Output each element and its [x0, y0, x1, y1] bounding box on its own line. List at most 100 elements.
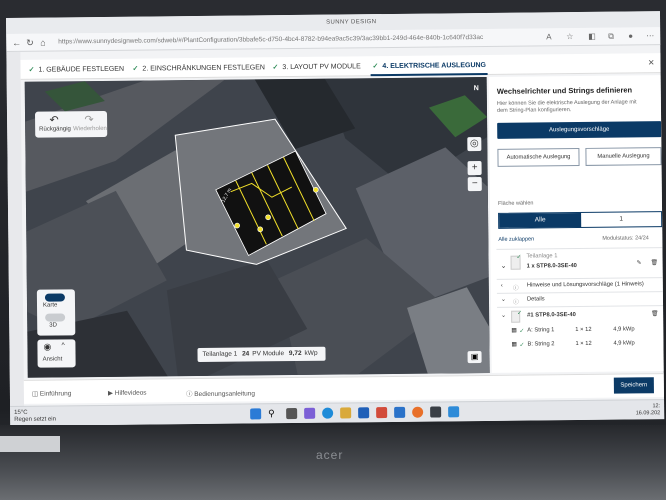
extension-icon[interactable]: ◧ [588, 32, 596, 41]
check-icon: ✓ [519, 328, 525, 335]
explorer-icon[interactable] [340, 407, 352, 419]
area-all-option[interactable]: Alle [499, 212, 582, 228]
area-select-label: Fläche wählen [497, 200, 534, 207]
search-icon[interactable]: ⚲ [268, 408, 279, 419]
step-building[interactable]: ✓ 1. GEBÄUDE FESTLEGEN [29, 65, 125, 74]
taskview-icon[interactable] [286, 407, 298, 420]
step-layout[interactable]: ✓ 3. LAYOUT PV MODULE [272, 62, 360, 71]
map-toggle-switch[interactable] [44, 293, 65, 302]
string-row[interactable]: ▦ ✓ B: String 2 1 × 12 4,9 kWp [497, 337, 663, 353]
power-value: 9,72 [288, 349, 302, 358]
satellite-map[interactable]: 12,7 m ↶ Rückgängig ↷ Wiederholen N ◎ + − … [24, 76, 490, 378]
inverter-summary: 1 x STP8.0-3SE-40 [526, 263, 577, 270]
undo-icon: ↶ [49, 114, 59, 127]
module-unit: PV Module [252, 350, 285, 358]
menu-icon[interactable]: ⋯ [646, 31, 654, 40]
inverter-name: #1 STP8.0-3SE-40 [527, 312, 576, 319]
design-proposals-button[interactable]: Auslegungsvorschläge [497, 121, 662, 139]
check-icon: ✓ [517, 310, 523, 317]
inverter-panel: Wechselrichter und Strings definieren Hi… [488, 75, 664, 373]
app-icon[interactable] [448, 406, 460, 418]
step-label: 1. GEBÄUDE FESTLEGEN [38, 65, 125, 74]
weather-text: Regen setzt ein [14, 416, 56, 423]
part-name: Teilanlage 1 [526, 253, 558, 260]
area-segmented-control: Alle 1 [498, 211, 663, 229]
string-name: A: String 1 [527, 327, 555, 334]
back-icon[interactable]: ← [12, 38, 21, 48]
inverter-row[interactable]: ⌄ ✓ #1 STP8.0-3SE-40 🗑 [497, 305, 664, 325]
3d-toggle-switch[interactable] [45, 313, 66, 322]
chevron-up-icon: ^ [61, 342, 65, 350]
office-icon[interactable] [376, 407, 388, 419]
layer-toggle-panel: Karte 3D [36, 289, 76, 336]
step-label: 2. EINSCHRÄNKUNGEN FESTLEGEN [142, 64, 265, 73]
background-page [6, 51, 25, 426]
locate-button[interactable]: ◎ [467, 137, 482, 152]
3d-toggle-label: 3D [49, 322, 57, 329]
weather-widget[interactable]: 15°C Regen setzt ein [14, 409, 56, 423]
intro-label: Einführung [39, 390, 72, 398]
zoom-in-button[interactable]: + [467, 161, 482, 176]
edge-icon[interactable] [322, 407, 334, 419]
redo-icon: ↷ [84, 114, 94, 127]
manual-link[interactable]: ⓘ Bedienungsanleitung [186, 387, 255, 398]
delete-icon[interactable]: 🗑 [651, 311, 658, 317]
power-unit: kWp [304, 349, 318, 357]
zoom-out-button[interactable]: − [467, 177, 482, 192]
string-power: 4,9 kWp [613, 340, 635, 347]
laptop-brand: acer [316, 448, 344, 462]
collections-icon[interactable]: ⧉ [608, 32, 614, 42]
close-icon[interactable]: ✕ [648, 58, 655, 67]
intro-icon: ◫ [31, 390, 40, 398]
compass-icon: N [473, 85, 479, 93]
store-icon[interactable] [358, 407, 370, 419]
details-label: Details [526, 296, 545, 303]
map-toggle-label: Karte [42, 302, 58, 309]
camera-button[interactable]: ▣ [467, 351, 482, 364]
chevron-left-icon: ‹ [500, 282, 503, 289]
profile-icon[interactable]: ● [628, 31, 633, 40]
videos-link[interactable]: ▶ Hilfevideos [108, 389, 147, 397]
step-electrical[interactable]: ✓ 4. ELEKTRISCHE AUSLEGUNG [372, 61, 486, 70]
undo-label: Rückgängig [39, 126, 71, 133]
manual-design-button[interactable]: Manuelle Auslegung [585, 147, 662, 166]
home-icon[interactable]: ⌂ [40, 38, 46, 48]
module-count: 24 [242, 350, 250, 358]
string-config: 1 × 12 [575, 326, 592, 334]
collapse-all-link[interactable]: Alle zuklappen [498, 236, 534, 242]
app-icon[interactable] [430, 406, 442, 418]
step-restrictions[interactable]: ✓ 2. EINSCHRÄNKUNGEN FESTLEGEN [132, 63, 265, 73]
redo-button[interactable]: ↷ Wiederholen [73, 113, 107, 132]
clock[interactable]: 12: 16.09.202 [636, 403, 661, 417]
module-status: Modulstatus: 24/24 [602, 235, 649, 242]
intro-link[interactable]: ◫ Einführung [32, 389, 71, 397]
part-row[interactable]: ⌄ ✓ Teilanlage 1 1 x STP8.0-3SE-40 ✎ 🗑 [496, 247, 663, 279]
url-field[interactable]: https://www.sunnydesignweb.com/sdweb/#/P… [58, 32, 528, 49]
view-button[interactable]: ◉ ^ Ansicht [37, 339, 76, 368]
read-aloud-icon[interactable]: A [546, 32, 551, 41]
chevron-down-icon: ⌄ [500, 262, 507, 270]
string-name: B: String 2 [527, 341, 555, 348]
step-label: 4. ELEKTRISCHE AUSLEGUNG [382, 61, 487, 71]
string-config: 1 × 12 [575, 340, 592, 348]
clock-date: 16.09.202 [635, 410, 661, 417]
edit-icon[interactable]: ✎ [637, 260, 642, 266]
panel-title: Wechselrichter und Strings definieren [496, 85, 633, 96]
auto-design-button[interactable]: Automatische Auslegung [497, 148, 580, 167]
laptop-screen: SUNNY DESIGN ← ↻ ⌂ https://www.sunnydesi… [6, 11, 665, 426]
firefox-icon[interactable] [412, 406, 424, 418]
videos-label: Hilfevideos [114, 389, 147, 397]
undo-button[interactable]: ↶ Rückgängig [39, 113, 71, 133]
string-grid-icon: ▦ [511, 327, 517, 334]
view-label: Ansicht [42, 356, 63, 363]
delete-icon[interactable]: 🗑 [651, 260, 658, 266]
chat-icon[interactable] [304, 407, 316, 419]
info-icon: ⓘ [512, 299, 519, 306]
start-icon[interactable] [250, 408, 262, 420]
mail-icon[interactable] [394, 406, 406, 418]
area-1-option[interactable]: 1 [581, 212, 661, 227]
check-icon: ✓ [372, 63, 379, 71]
reload-icon[interactable]: ↻ [26, 38, 34, 49]
save-button[interactable]: Speichern [613, 377, 654, 394]
favorite-icon[interactable]: ☆ [566, 32, 573, 41]
